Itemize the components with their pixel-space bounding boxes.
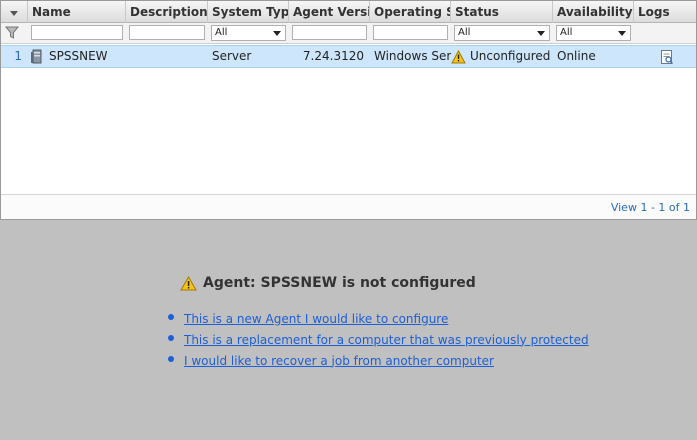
warning-icon [451, 49, 466, 63]
availability-filter-value: All [560, 27, 573, 38]
caret-down-icon [10, 11, 18, 16]
bullet-icon [168, 355, 174, 362]
status-filter-value: All [458, 27, 471, 38]
row-system-type: Server [212, 49, 252, 63]
agent-name: SPSSNEW [49, 49, 108, 63]
message-title: Agent: SPSSNEW is not configured [203, 275, 476, 291]
filter-toggle[interactable] [1, 23, 28, 44]
row-name-cell[interactable]: SPSSNEW [28, 46, 126, 67]
availability-filter-select[interactable]: All [556, 25, 631, 41]
row-status: Unconfigured [451, 46, 553, 67]
unconfigured-message: Agent: SPSSNEW is not configured [180, 275, 476, 291]
filter-row: All All All [1, 23, 696, 44]
configuration-options: This is a new Agent I would like to conf… [168, 308, 589, 371]
status-filter-select[interactable]: All [454, 25, 550, 41]
server-icon [31, 49, 42, 64]
row-index: 1 [14, 49, 22, 63]
list-item: I would like to recover a job from anoth… [168, 350, 589, 371]
bullet-icon [168, 334, 174, 341]
dropdown-arrow-icon [273, 31, 281, 36]
filter-icon [4, 26, 20, 39]
new-agent-link[interactable]: This is a new Agent I would like to conf… [184, 312, 448, 326]
pager-info: View 1 - 1 of 1 [610, 201, 690, 214]
column-menu-button[interactable] [1, 1, 28, 23]
col-header-name[interactable]: Name [28, 1, 126, 23]
col-header-system-type[interactable]: System Typ [208, 1, 289, 23]
description-filter-input[interactable] [129, 25, 205, 40]
col-header-agent-version[interactable]: Agent Versi [289, 1, 370, 23]
col-header-description[interactable]: Description [126, 1, 208, 23]
system-type-filter-select[interactable]: All [211, 25, 286, 41]
log-document-icon[interactable] [660, 49, 674, 65]
row-logs[interactable] [634, 46, 696, 67]
list-item: This is a new Agent I would like to conf… [168, 308, 589, 329]
row-description [126, 46, 208, 67]
agents-grid: Name Description System Typ Agent Versi … [0, 0, 697, 220]
name-filter-input[interactable] [31, 25, 123, 40]
grid-pager: View 1 - 1 of 1 [1, 194, 696, 219]
col-header-status[interactable]: Status [451, 1, 553, 23]
col-header-availability[interactable]: Availability [553, 1, 634, 23]
col-header-logs[interactable]: Logs [634, 1, 696, 23]
replacement-computer-link[interactable]: This is a replacement for a computer tha… [184, 333, 589, 347]
agent-version-filter-input[interactable] [292, 25, 367, 40]
col-header-operating-system[interactable]: Operating S [370, 1, 451, 23]
list-item: This is a replacement for a computer tha… [168, 329, 589, 350]
dropdown-arrow-icon [537, 31, 545, 36]
row-operating-system: Windows Serv [374, 49, 451, 63]
grid-header: Name Description System Typ Agent Versi … [1, 1, 696, 23]
row-agent-version: 7.24.3120 [302, 49, 364, 63]
bullet-icon [168, 313, 174, 320]
row-availability: Online [557, 49, 596, 63]
dropdown-arrow-icon [618, 31, 626, 36]
status-value: Unconfigured [470, 49, 551, 63]
operating-system-filter-input[interactable] [373, 25, 448, 40]
recover-job-link[interactable]: I would like to recover a job from anoth… [184, 354, 494, 368]
warning-icon [180, 275, 197, 290]
system-type-filter-value: All [215, 27, 228, 38]
table-row[interactable]: 1 SPSSNEW Server 7.24.3120 Windows Serv … [1, 45, 696, 68]
